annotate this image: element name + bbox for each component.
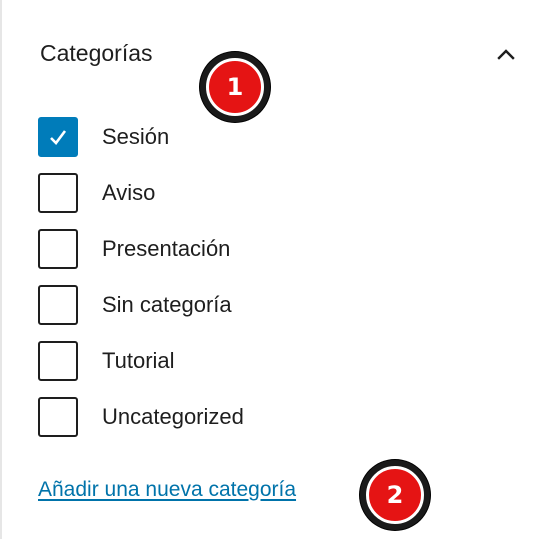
- step-badge-1: 1: [200, 52, 270, 122]
- step-badge-number: 2: [366, 466, 424, 524]
- category-label: Aviso: [102, 180, 156, 205]
- category-label: Sesión: [102, 124, 170, 149]
- panel-title: Categorías: [40, 39, 153, 66]
- category-label: Uncategorized: [102, 404, 244, 429]
- chevron-up-icon[interactable]: [492, 40, 520, 68]
- category-checkbox[interactable]: [38, 173, 78, 213]
- category-item[interactable]: Sesión: [38, 109, 244, 165]
- category-label: Tutorial: [102, 348, 175, 373]
- category-checkbox[interactable]: [38, 341, 78, 381]
- categories-panel: Categorías Sesión Aviso Presentación Sin…: [0, 0, 558, 539]
- category-item[interactable]: Uncategorized: [38, 389, 244, 445]
- panel-header: Categorías: [40, 38, 528, 68]
- category-checkbox[interactable]: [38, 117, 78, 157]
- category-checkbox[interactable]: [38, 397, 78, 437]
- category-label: Sin categoría: [102, 292, 232, 317]
- category-list: Sesión Aviso Presentación Sin categoría …: [38, 109, 244, 445]
- category-item[interactable]: Aviso: [38, 165, 244, 221]
- category-item[interactable]: Sin categoría: [38, 277, 244, 333]
- category-item[interactable]: Presentación: [38, 221, 244, 277]
- step-badge-number: 1: [206, 58, 264, 116]
- category-checkbox[interactable]: [38, 229, 78, 269]
- add-category-link[interactable]: Añadir una nueva categoría: [38, 478, 296, 502]
- category-checkbox[interactable]: [38, 285, 78, 325]
- step-badge-2: 2: [360, 460, 430, 530]
- checkmark-icon: [50, 130, 67, 145]
- category-label: Presentación: [102, 236, 231, 261]
- category-item[interactable]: Tutorial: [38, 333, 244, 389]
